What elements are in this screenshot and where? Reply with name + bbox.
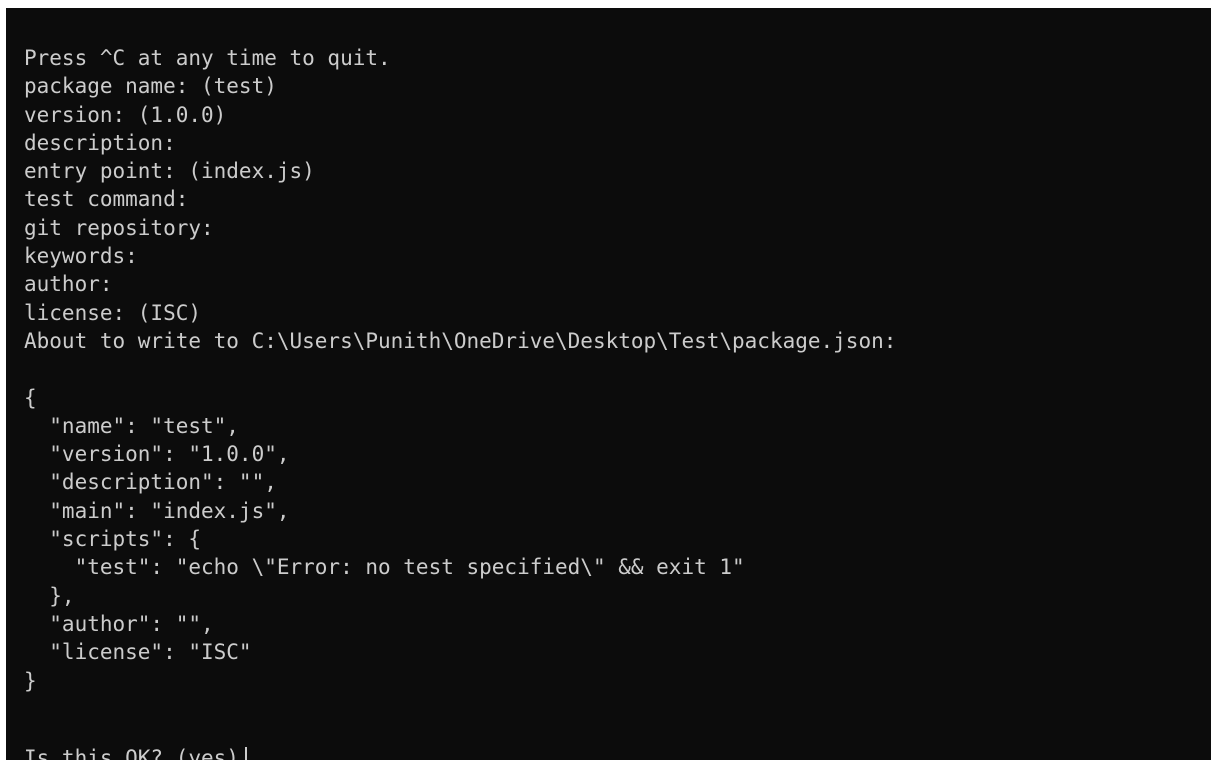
terminal-line: test command: [24, 187, 189, 212]
terminal-line: version: (1.0.0) [24, 102, 227, 127]
terminal-line: "main": "index.js", [24, 498, 290, 523]
terminal-window[interactable]: Press ^C at any time to quit. package na… [6, 8, 1211, 760]
terminal-prompt: Is this OK? (yes) [24, 746, 239, 760]
terminal-line: package name: (test) [24, 74, 277, 99]
terminal-line: keywords: [24, 244, 138, 269]
terminal-line: "scripts": { [24, 527, 202, 552]
terminal-line: { [24, 385, 37, 410]
terminal-line: description: [24, 130, 176, 155]
terminal-output: Press ^C at any time to quit. package na… [24, 44, 896, 695]
terminal-line: About to write to C:\Users\Punith\OneDri… [24, 328, 897, 353]
text-cursor [244, 747, 247, 760]
terminal-line: license: (ISC) [24, 300, 202, 325]
terminal-line: "author": "", [24, 611, 214, 636]
terminal-line: Press ^C at any time to quit. [24, 46, 391, 70]
terminal-line: "test": "echo \"Error: no test specified… [24, 555, 745, 580]
terminal-line: git repository: [24, 215, 214, 240]
terminal-prompt-row[interactable]: Is this OK? (yes) [24, 744, 247, 760]
terminal-line: "license": "ISC" [24, 640, 252, 665]
terminal-line: }, [24, 583, 75, 608]
terminal-line: "description": "", [24, 470, 277, 495]
terminal-line: } [24, 668, 37, 693]
terminal-line: author: [24, 272, 113, 297]
terminal-line: "version": "1.0.0", [24, 442, 290, 467]
terminal-line: entry point: (index.js) [24, 159, 315, 184]
terminal-line: "name": "test", [24, 413, 239, 438]
